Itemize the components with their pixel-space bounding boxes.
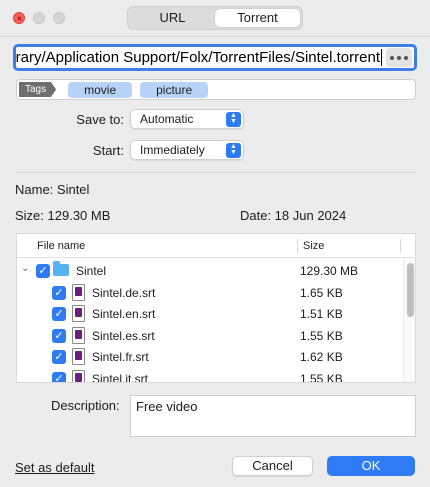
minimize-window-button[interactable] <box>33 12 45 24</box>
chevron-updown-icon: ▲ ▼ <box>226 143 241 158</box>
save-to-label: Save to: <box>76 112 124 127</box>
save-to-popup[interactable]: Automatic ▲ ▼ <box>130 109 244 129</box>
chevron-down-icon[interactable]: ⌄ <box>21 263 29 274</box>
file-name: Sintel.en.srt <box>92 307 156 321</box>
torrent-name: Name: Sintel <box>15 182 90 197</box>
subtitle-file-icon <box>72 284 85 301</box>
torrent-size: Size: 129.30 MB <box>15 208 111 223</box>
checkmark-icon[interactable]: ✓ <box>52 350 66 364</box>
table-row[interactable]: ✓ Sintel.fr.srt 1.62 KB <box>17 347 401 368</box>
folder-icon <box>53 261 69 276</box>
subtitle-file-icon <box>72 370 85 382</box>
start-popup[interactable]: Immediately ▲ ▼ <box>130 140 244 160</box>
tag-picture[interactable]: picture <box>140 81 209 98</box>
checkmark-icon[interactable]: ✓ <box>52 307 66 321</box>
cancel-button[interactable]: Cancel <box>232 456 313 476</box>
start-label: Start: <box>92 143 124 158</box>
file-name: Sintel.it.srt <box>92 372 149 383</box>
column-header-file-name[interactable]: File name <box>37 234 85 258</box>
file-name: Sintel.es.srt <box>92 329 155 343</box>
title-divider <box>0 36 430 37</box>
checkmark-icon[interactable]: ✓ <box>52 372 66 382</box>
tab-torrent[interactable]: Torrent <box>215 9 300 27</box>
table-row[interactable]: ✓ Sintel.it.srt 1.55 KB <box>17 369 401 383</box>
torrent-path-input[interactable]: orary/Application Support/Folx/TorrentFi… <box>16 49 380 66</box>
tags-field[interactable]: Tags movie picture <box>16 79 416 100</box>
torrent-path-field[interactable]: orary/Application Support/Folx/TorrentFi… <box>13 44 417 71</box>
table-row[interactable]: ✓ Sintel.es.srt 1.55 KB <box>17 326 401 347</box>
tab-url[interactable]: URL <box>130 9 215 27</box>
file-name: Sintel.de.srt <box>92 286 156 300</box>
scroll-thumb[interactable] <box>407 263 414 317</box>
ok-button[interactable]: OK <box>327 456 415 476</box>
torrent-date: Date: 18 Jun 2024 <box>240 208 347 223</box>
file-name: Sintel <box>76 264 107 278</box>
subtitle-file-icon <box>72 348 85 365</box>
description-label: Description: <box>51 398 120 413</box>
description-field[interactable]: Free video <box>130 395 416 437</box>
column-separator <box>400 239 401 253</box>
subtitle-file-icon <box>72 327 85 344</box>
file-size: 129.30 MB <box>300 264 359 278</box>
save-to-value: Automatic <box>140 112 194 126</box>
file-table: File name Size ⌄ ✓ Sintel 129.30 MB ✓ Si… <box>16 233 416 383</box>
close-window-button[interactable] <box>13 12 25 24</box>
column-separator <box>297 239 298 253</box>
table-scrollbar[interactable] <box>403 259 415 382</box>
ellipsis-icon[interactable] <box>386 48 412 67</box>
checkmark-icon[interactable]: ✓ <box>52 329 66 343</box>
file-size: 1.55 KB <box>300 329 343 343</box>
file-name: Sintel.fr.srt <box>92 350 149 364</box>
set-as-default-link[interactable]: Set as default <box>15 460 95 475</box>
table-row[interactable]: ⌄ ✓ Sintel 129.30 MB <box>17 261 401 282</box>
text-caret <box>381 49 382 66</box>
tags-label: Tags <box>19 82 57 97</box>
chevron-updown-icon: ▲ ▼ <box>226 112 241 127</box>
checkmark-icon[interactable]: ✓ <box>36 264 50 278</box>
table-row[interactable]: ✓ Sintel.de.srt 1.65 KB <box>17 283 401 304</box>
tag-movie[interactable]: movie <box>68 81 133 98</box>
column-header-size[interactable]: Size <box>303 234 324 258</box>
start-value: Immediately <box>140 143 205 157</box>
subtitle-file-icon <box>72 305 85 322</box>
file-size: 1.65 KB <box>300 286 343 300</box>
section-divider <box>16 172 416 173</box>
zoom-window-button[interactable] <box>53 12 65 24</box>
file-size: 1.62 KB <box>300 350 343 364</box>
file-size: 1.51 KB <box>300 307 343 321</box>
table-row[interactable]: ✓ Sintel.en.srt 1.51 KB <box>17 304 401 325</box>
checkmark-icon[interactable]: ✓ <box>52 286 66 300</box>
file-size: 1.55 KB <box>300 372 343 383</box>
mode-segmented-control: URL Torrent <box>127 6 303 30</box>
table-header: File name Size <box>17 234 415 258</box>
